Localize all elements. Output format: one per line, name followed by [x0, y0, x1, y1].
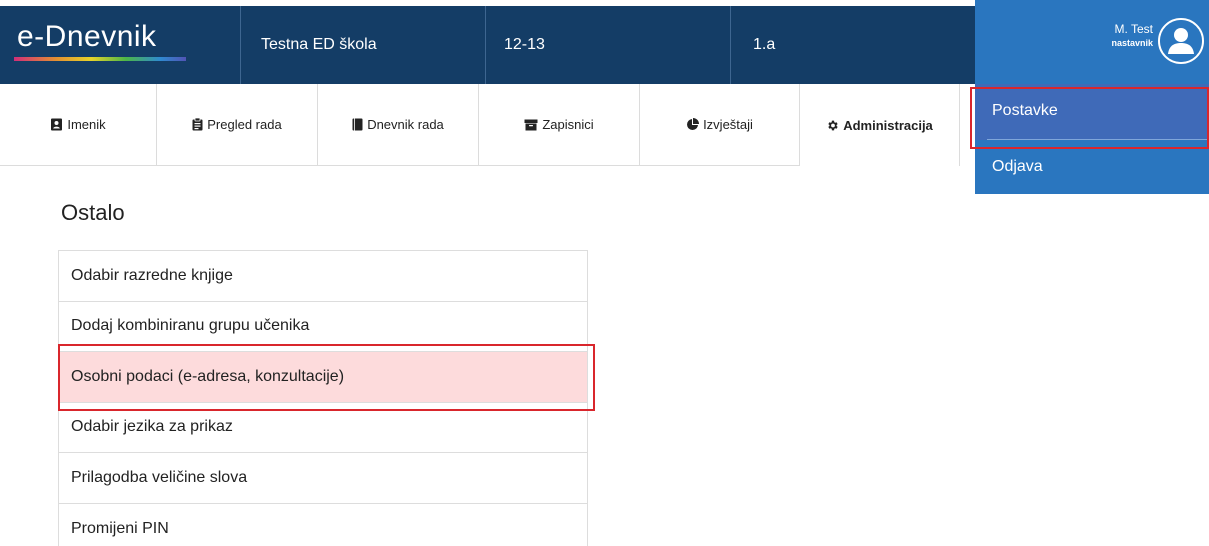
tab-label: Imenik: [67, 117, 106, 132]
book-icon: [352, 118, 363, 131]
address-book-icon: [51, 118, 63, 131]
list-item-selected[interactable]: Osobni podaci (e-adresa, konzultacije): [59, 352, 587, 403]
school-year: 12-13: [504, 36, 545, 53]
brand-color-line: [14, 57, 186, 61]
class-selector[interactable]: 1.a: [731, 6, 975, 84]
user-name: M. Test: [1114, 22, 1153, 36]
school-year-selector[interactable]: 12-13: [486, 6, 731, 84]
tab-label: Izvještaji: [703, 117, 753, 132]
list-item[interactable]: Odabir jezika za prikaz: [59, 403, 587, 453]
tab-administracija[interactable]: Administracija: [800, 84, 960, 166]
class-name: 1.a: [753, 36, 776, 53]
tab-label: Administracija: [843, 117, 933, 133]
highlight-settings: [970, 87, 1209, 149]
tab-pregled-rada[interactable]: Pregled rada: [157, 84, 318, 166]
avatar[interactable]: [1158, 18, 1204, 64]
section-title: Ostalo: [61, 200, 125, 225]
tab-imenik[interactable]: Imenik: [0, 84, 157, 166]
main-nav: Imenik Pregled rada Dnevnik rada Zapisni…: [0, 84, 975, 166]
pie-chart-icon: [687, 118, 700, 130]
tab-dnevnik-rada[interactable]: Dnevnik rada: [318, 84, 479, 166]
list-item[interactable]: Dodaj kombiniranu grupu učenika: [59, 302, 587, 352]
tab-zapisnici[interactable]: Zapisnici: [479, 84, 640, 166]
user-role: nastavnik: [1111, 38, 1153, 48]
brand-logo[interactable]: e-Dnevnik: [0, 6, 241, 84]
user-avatar-icon: [1160, 20, 1202, 62]
settings-list: Odabir razredne knjige Dodaj kombiniranu…: [58, 250, 588, 546]
tab-label: Pregled rada: [207, 117, 282, 132]
tab-label: Dnevnik rada: [367, 117, 444, 132]
clipboard-icon: [192, 118, 203, 131]
menu-item-logout[interactable]: Odjava: [975, 158, 1209, 188]
list-item[interactable]: Odabir razredne knjige: [59, 251, 587, 302]
tab-izvjestaji[interactable]: Izvještaji: [640, 84, 800, 166]
brand-text: e-Dnevnik: [17, 20, 157, 53]
school-selector[interactable]: Testna ED škola: [241, 6, 486, 84]
archive-icon: [524, 119, 538, 130]
header-bar: e-Dnevnik Testna ED škola 12-13 1.a: [0, 6, 975, 84]
top-header: e-Dnevnik Testna ED škola 12-13 1.a M. T…: [0, 0, 1209, 84]
gear-icon: [828, 120, 838, 130]
list-item[interactable]: Prilagodba veličine slova: [59, 453, 587, 504]
school-name: Testna ED škola: [261, 36, 377, 53]
tab-label: Zapisnici: [542, 117, 594, 132]
list-item[interactable]: Promijeni PIN: [59, 504, 587, 546]
